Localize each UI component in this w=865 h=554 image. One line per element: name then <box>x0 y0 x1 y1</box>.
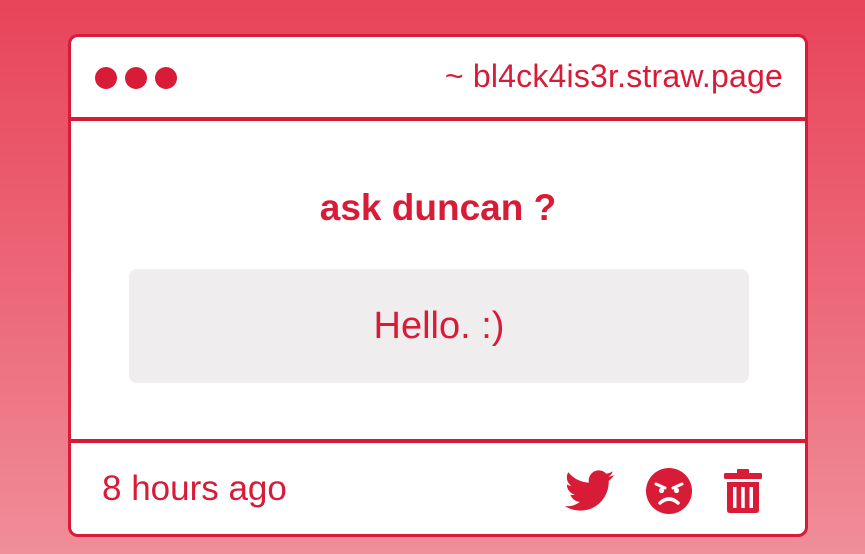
window-dot[interactable] <box>125 67 147 89</box>
post-card: ~ bl4ck4is3r.straw.page ask duncan ? Hel… <box>68 34 808 537</box>
delete-button[interactable] <box>723 468 763 514</box>
window-titlebar: ~ bl4ck4is3r.straw.page <box>71 37 805 121</box>
react-angry-button[interactable] <box>645 467 693 515</box>
angry-face-icon <box>646 468 692 514</box>
timestamp: 8 hours ago <box>102 469 287 508</box>
answer-box: Hello. :) <box>129 269 749 383</box>
share-twitter-button[interactable] <box>565 470 615 512</box>
site-url[interactable]: ~ bl4ck4is3r.straw.page <box>445 58 783 95</box>
post-actions <box>565 467 763 515</box>
post-content: ask duncan ? Hello. :) <box>71 121 805 443</box>
window-controls <box>95 67 177 89</box>
window-dot[interactable] <box>155 67 177 89</box>
post-footer: 8 hours ago <box>71 443 805 534</box>
question-title: ask duncan ? <box>319 187 557 228</box>
answer-text: Hello. :) <box>373 304 505 347</box>
trash-icon <box>724 469 762 513</box>
twitter-icon <box>565 470 615 511</box>
window-dot[interactable] <box>95 67 117 89</box>
